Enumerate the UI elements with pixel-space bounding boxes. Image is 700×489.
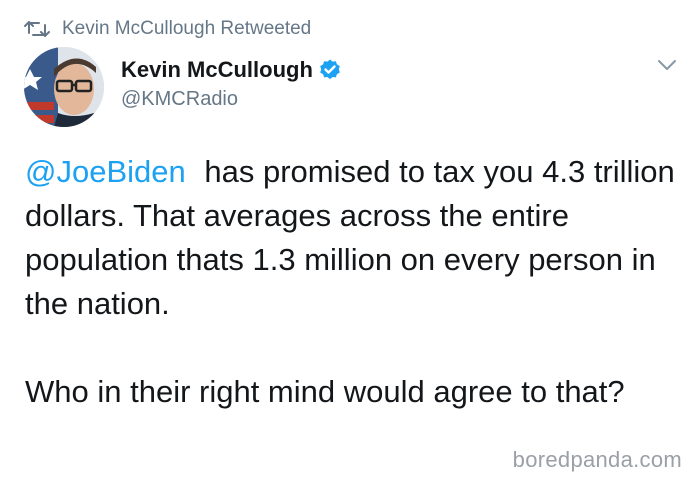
author-handle[interactable]: @KMCRadio: [121, 88, 342, 111]
retweet-icon: [24, 21, 50, 37]
tweet-paragraph-1: @JoeBiden has promised to tax you 4.3 tr…: [25, 150, 685, 326]
verified-badge-icon: [320, 59, 340, 80]
avatar[interactable]: [24, 47, 104, 127]
tweet-body: @JoeBiden has promised to tax you 4.3 tr…: [25, 150, 685, 414]
retweet-indicator: Kevin McCullough Retweeted: [24, 15, 311, 43]
author-info: Kevin McCullough @KMCRadio: [121, 55, 342, 111]
mention-link[interactable]: @JoeBiden: [25, 154, 186, 189]
tweet-paragraph-2: Who in their right mind would agree to t…: [25, 374, 625, 409]
display-name[interactable]: Kevin McCullough: [121, 57, 313, 83]
retweet-label: Kevin McCullough Retweeted: [62, 18, 312, 39]
avatar-image: [24, 47, 104, 127]
chevron-down-icon[interactable]: [656, 58, 678, 72]
watermark: boredpanda.com: [512, 447, 682, 472]
